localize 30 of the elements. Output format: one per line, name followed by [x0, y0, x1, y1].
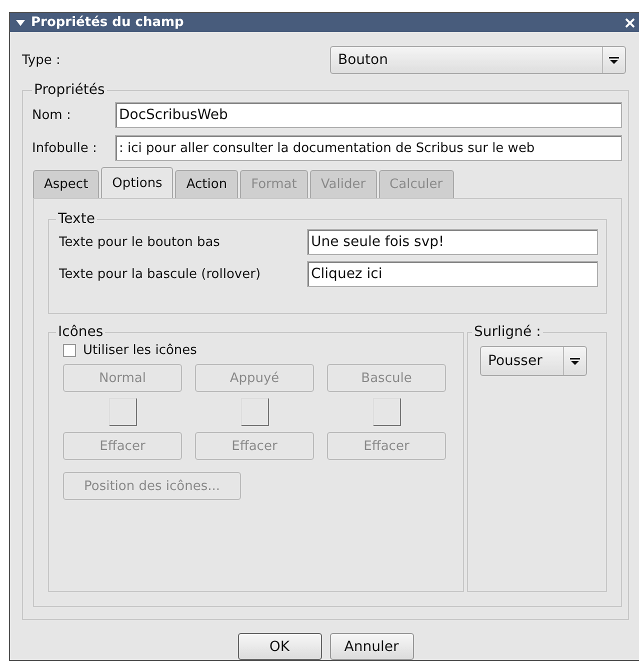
tab[interactable]: Aspect [33, 170, 100, 198]
close-icon[interactable] [625, 18, 635, 28]
menu-triangle-icon[interactable] [16, 20, 25, 26]
group-legend: Icônes [56, 324, 106, 340]
field-label: Texte pour le bouton bas [59, 234, 221, 250]
text-field[interactable]: Cliquez ici [307, 261, 598, 287]
icon-preview [108, 398, 136, 426]
tooltip-field[interactable]: : ici pour aller consulter la documentation de Scribus sur le web [115, 135, 622, 161]
checkbox[interactable] [63, 344, 76, 357]
tab[interactable]: Options [101, 167, 174, 198]
name-label: Nom : [32, 108, 72, 122]
text-field[interactable]: Une seule fois svp! [307, 229, 598, 255]
icon-preview [240, 398, 268, 426]
window-title: Propriétés du champ [31, 15, 185, 30]
tooltip-label: Infobulle : [32, 140, 98, 156]
name-field[interactable]: DocScribusWeb [115, 102, 622, 128]
highlight-dropdown[interactable]: Pousser [480, 346, 587, 376]
group-legend: Propriétés [32, 82, 107, 98]
dropdown-arrow-icon [609, 56, 619, 64]
type-dropdown[interactable]: Bouton [330, 46, 626, 74]
dialog-button[interactable]: OK [238, 633, 322, 660]
tab[interactable]: Action [175, 170, 238, 198]
group-legend: Texte [56, 211, 97, 227]
group-legend: Surligné : [472, 324, 543, 340]
field-label: Texte pour la bascule (rollover) [59, 266, 262, 282]
checkbox-label[interactable]: Utiliser les icônes [83, 343, 197, 358]
dropdown-arrow-icon [570, 358, 580, 364]
dialog-button[interactable]: Annuler [330, 633, 414, 660]
type-label: Type : [22, 52, 62, 68]
icon-preview [372, 398, 400, 426]
